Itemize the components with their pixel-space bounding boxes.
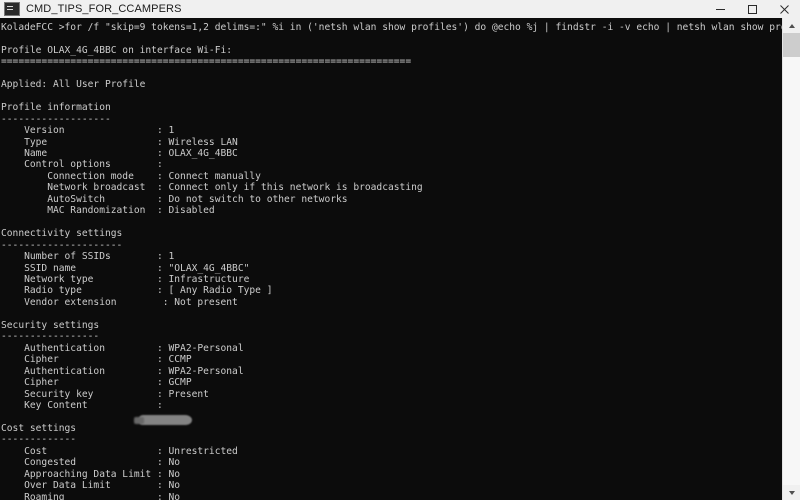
cmd-console-icon [4,2,20,16]
maximize-icon [747,4,757,14]
console-output-area[interactable]: KoladeFCC >for /f "skip=9 tokens=1,2 del… [0,18,783,500]
scrollbar-track[interactable] [783,33,800,485]
close-button[interactable] [768,0,800,18]
minimize-icon [715,8,725,10]
key-content-redaction [138,415,192,425]
vertical-scrollbar[interactable] [782,18,800,500]
cmd-window: CMD_TIPS_FOR_CCAMPERS KoladeFCC >for /f … [0,0,800,500]
minimize-button[interactable] [704,0,736,18]
scrollbar-thumb[interactable] [783,33,800,57]
scroll-down-button[interactable] [783,485,800,500]
title-bar[interactable]: CMD_TIPS_FOR_CCAMPERS [0,0,800,19]
chevron-down-icon [788,490,795,495]
console-text: KoladeFCC >for /f "skip=9 tokens=1,2 del… [1,22,783,500]
maximize-button[interactable] [736,0,768,18]
chevron-up-icon [788,23,795,28]
close-icon [779,4,789,14]
scroll-up-button[interactable] [783,18,800,33]
window-title: CMD_TIPS_FOR_CCAMPERS [26,3,182,15]
